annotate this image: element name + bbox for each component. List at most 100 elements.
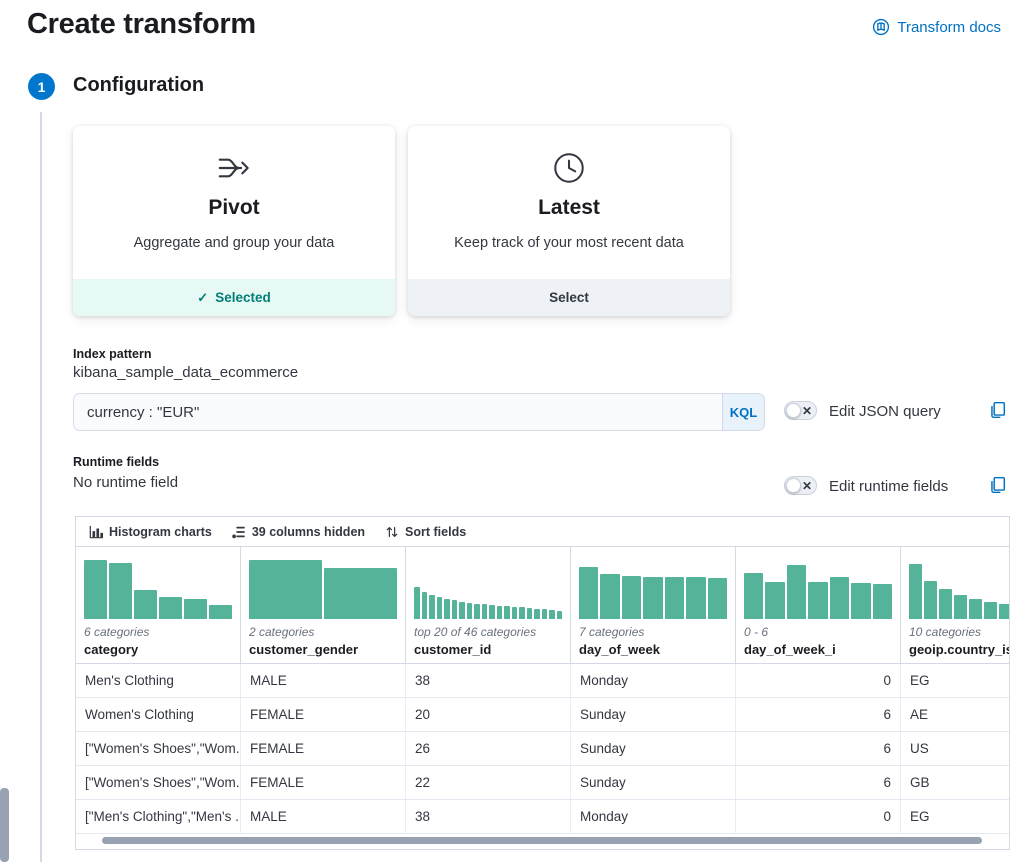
histogram-bar [109, 563, 132, 619]
cell-customer_id[interactable]: 38 [406, 664, 571, 697]
histogram-bar [600, 574, 619, 619]
column-name: customer_id [414, 642, 562, 657]
grid-header-row: 6 categoriescategory2 categoriescustomer… [76, 547, 1009, 664]
copy-json-query-icon[interactable] [988, 401, 1006, 419]
cell-category[interactable]: ["Women's Shoes","Wom... [76, 732, 241, 765]
table-row: Women's ClothingFEMALE20Sunday6AE [76, 698, 1009, 732]
cell-day_of_week[interactable]: Sunday [571, 766, 736, 799]
histogram-day_of_week_i [744, 555, 892, 619]
sort-fields-button[interactable]: Sort fields [385, 525, 466, 539]
histogram-bar [808, 582, 827, 619]
index-pattern-value: kibana_sample_data_ecommerce [73, 364, 298, 381]
cell-customer_gender[interactable]: FEMALE [241, 732, 406, 765]
histogram-bar [830, 577, 849, 619]
latest-card[interactable]: Latest Keep track of your most recent da… [408, 126, 730, 316]
cell-geoip.country_iso_[interactable]: US [901, 732, 1010, 765]
columns-list-badge-icon [232, 525, 246, 539]
pivot-card-title: Pivot [208, 196, 259, 220]
column-caption: top 20 of 46 categories [414, 625, 562, 639]
cell-geoip.country_iso_[interactable]: AE [901, 698, 1010, 731]
cell-day_of_week[interactable]: Sunday [571, 732, 736, 765]
histogram-bar [209, 605, 232, 619]
edit-runtime-fields-label[interactable]: Edit runtime fields [829, 478, 948, 495]
edit-json-query-toggle[interactable]: ✕ [784, 401, 817, 420]
cell-day_of_week[interactable]: Monday [571, 800, 736, 833]
runtime-fields-value: No runtime field [73, 474, 178, 491]
histogram-charts-button[interactable]: Histogram charts [89, 525, 212, 539]
cell-customer_gender[interactable]: FEMALE [241, 766, 406, 799]
cell-day_of_week_i[interactable]: 6 [736, 766, 901, 799]
cell-day_of_week_i[interactable]: 0 [736, 800, 901, 833]
cell-category[interactable]: ["Women's Shoes","Wom... [76, 766, 241, 799]
histogram-bar [665, 577, 684, 619]
histogram-bar [534, 609, 540, 619]
histogram-bar [939, 589, 952, 619]
column-name: customer_gender [249, 642, 397, 657]
histogram-bar [512, 607, 518, 619]
data-grid: Histogram charts 39 columns hidden [75, 516, 1010, 850]
column-header-customer_id[interactable]: top 20 of 46 categories customer_id [406, 547, 571, 663]
histogram-bar [549, 610, 555, 619]
table-row: ["Women's Shoes","Wom...FEMALE26Sunday6U… [76, 732, 1009, 766]
histogram-bar [249, 560, 322, 619]
column-name: geoip.country_iso_ [909, 642, 1010, 657]
bar-chart-icon [89, 525, 103, 539]
column-header-geoip.country_iso_[interactable]: 10 categoriesgeoip.country_iso_ [901, 547, 1010, 663]
cell-category[interactable]: Women's Clothing [76, 698, 241, 731]
histogram-bar [557, 611, 563, 619]
cell-day_of_week_i[interactable]: 6 [736, 698, 901, 731]
column-header-day_of_week[interactable]: 7 categoriesday_of_week [571, 547, 736, 663]
documentation-icon [872, 18, 890, 36]
histogram-bar [504, 606, 510, 619]
cell-customer_id[interactable]: 38 [406, 800, 571, 833]
copy-runtime-fields-icon[interactable] [988, 476, 1006, 494]
column-caption: 6 categories [84, 625, 232, 639]
cell-customer_gender[interactable]: MALE [241, 664, 406, 697]
cell-customer_id[interactable]: 22 [406, 766, 571, 799]
clock-icon [551, 148, 587, 188]
runtime-fields-label: Runtime fields [73, 455, 159, 469]
sort-fields-label: Sort fields [405, 525, 466, 539]
cell-customer_gender[interactable]: MALE [241, 800, 406, 833]
kql-language-button[interactable]: KQL [722, 394, 764, 430]
columns-hidden-button[interactable]: 39 columns hidden [232, 525, 365, 539]
cell-category[interactable]: Men's Clothing [76, 664, 241, 697]
latest-select-footer[interactable]: Select [408, 279, 730, 316]
cell-geoip.country_iso_[interactable]: GB [901, 766, 1010, 799]
column-caption: 7 categories [579, 625, 727, 639]
column-header-day_of_week_i[interactable]: 0 - 6day_of_week_i [736, 547, 901, 663]
cell-day_of_week[interactable]: Sunday [571, 698, 736, 731]
cell-customer_id[interactable]: 20 [406, 698, 571, 731]
toggle-off-icon: ✕ [802, 404, 812, 416]
histogram-day_of_week [579, 555, 727, 619]
transform-docs-link[interactable]: Transform docs [872, 18, 1001, 36]
pivot-card[interactable]: Pivot Aggregate and group your data ✓ Se… [73, 126, 395, 316]
index-pattern-label: Index pattern [73, 347, 152, 361]
histogram-bar [579, 567, 598, 619]
pivot-selected-footer[interactable]: ✓ Selected [73, 279, 395, 316]
edit-json-query-label[interactable]: Edit JSON query [829, 403, 941, 420]
columns-hidden-label: 39 columns hidden [252, 525, 365, 539]
cell-geoip.country_iso_[interactable]: EG [901, 800, 1010, 833]
histogram-bar [444, 599, 450, 619]
column-header-customer_gender[interactable]: 2 categoriescustomer_gender [241, 547, 406, 663]
histogram-customer_id [414, 555, 562, 619]
column-header-category[interactable]: 6 categoriescategory [76, 547, 241, 663]
cell-day_of_week_i[interactable]: 6 [736, 732, 901, 765]
histogram-bar [643, 577, 662, 619]
table-row: ["Men's Clothing","Men's ...MALE38Monday… [76, 800, 1009, 834]
histogram-bar [744, 573, 763, 619]
query-input[interactable]: currency : "EUR" [74, 394, 722, 430]
histogram-bar [452, 600, 458, 619]
cell-day_of_week_i[interactable]: 0 [736, 664, 901, 697]
histogram-bar [414, 587, 420, 619]
horizontal-scrollbar[interactable] [102, 837, 982, 844]
cell-geoip.country_iso_[interactable]: EG [901, 664, 1010, 697]
cell-day_of_week[interactable]: Monday [571, 664, 736, 697]
cell-category[interactable]: ["Men's Clothing","Men's ... [76, 800, 241, 833]
edit-runtime-fields-toggle[interactable]: ✕ [784, 476, 817, 495]
cell-customer_gender[interactable]: FEMALE [241, 698, 406, 731]
query-bar[interactable]: currency : "EUR" KQL [73, 393, 765, 431]
vertical-scrollbar[interactable] [0, 788, 9, 862]
cell-customer_id[interactable]: 26 [406, 732, 571, 765]
